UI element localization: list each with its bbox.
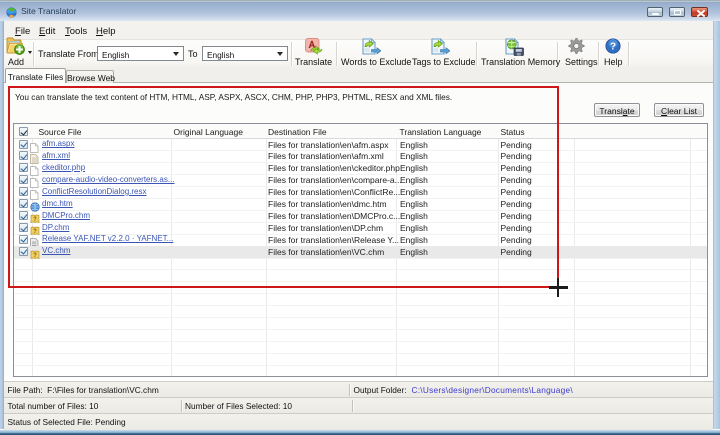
svg-text:?: ? — [610, 42, 616, 53]
